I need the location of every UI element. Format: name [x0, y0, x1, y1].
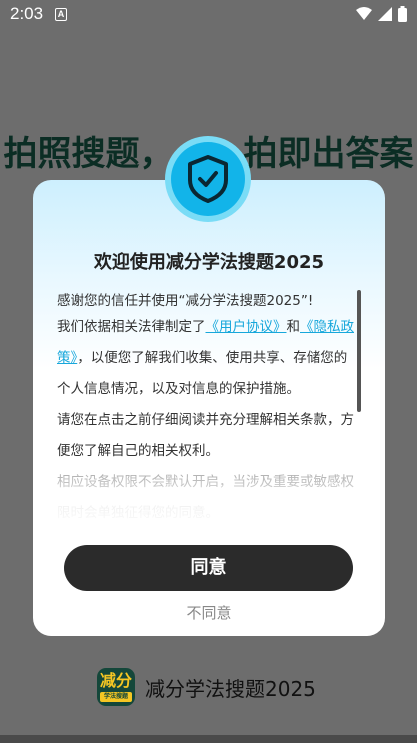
shield-badge [165, 136, 251, 222]
privacy-dialog: 欢迎使用减分学法搜题2025 感谢您的信任并使用“减分学法搜题2025”! 我们… [33, 180, 385, 636]
dialog-content[interactable]: 感谢您的信任并使用“减分学法搜题2025”! 我们依据相关法律制定了《用户协议》… [57, 286, 357, 536]
brand: 减分 学法搜题 减分学法搜题2025 [97, 668, 316, 706]
notification-icon: A [55, 8, 67, 21]
scrollbar-thumb[interactable] [357, 290, 361, 412]
navigation-bar [0, 735, 417, 743]
headline-right: 拍即出答案 [243, 134, 414, 174]
agree-button[interactable]: 同意 [64, 545, 353, 591]
battery-icon [398, 6, 407, 22]
disagree-button[interactable]: 不同意 [33, 602, 385, 623]
status-time: 2:03 [10, 4, 44, 23]
signal-icon [378, 7, 392, 21]
status-bar: 2:03 A [0, 0, 417, 30]
status-icons [356, 6, 407, 22]
rights-paragraph: 请您在点击之前仔细阅读并充分理解相关条款，方便您了解自己的相关权利。 [57, 412, 354, 459]
scrollbar[interactable] [357, 290, 361, 485]
intro-text: 感谢您的信任并使用“减分学法搜题2025”! [57, 293, 314, 309]
app-logo: 减分 学法搜题 [97, 668, 135, 706]
permission-paragraph: 相应设备权限不会默认开启，当涉及重要或敏感权限时会单独征得您的同意。 [57, 474, 354, 521]
brand-name: 减分学法搜题2025 [145, 676, 316, 701]
wifi-icon [356, 7, 372, 20]
headline-left: 拍照搜题， [3, 134, 174, 174]
dialog-title: 欢迎使用减分学法搜题2025 [93, 252, 325, 273]
user-agreement-link[interactable]: 《用户协议》 [206, 319, 287, 335]
policy-paragraph: 我们依据相关法律制定了《用户协议》和《隐私政策》，以便您了解我们收集、使用共享、… [57, 319, 354, 397]
shield-check-icon [188, 155, 228, 203]
